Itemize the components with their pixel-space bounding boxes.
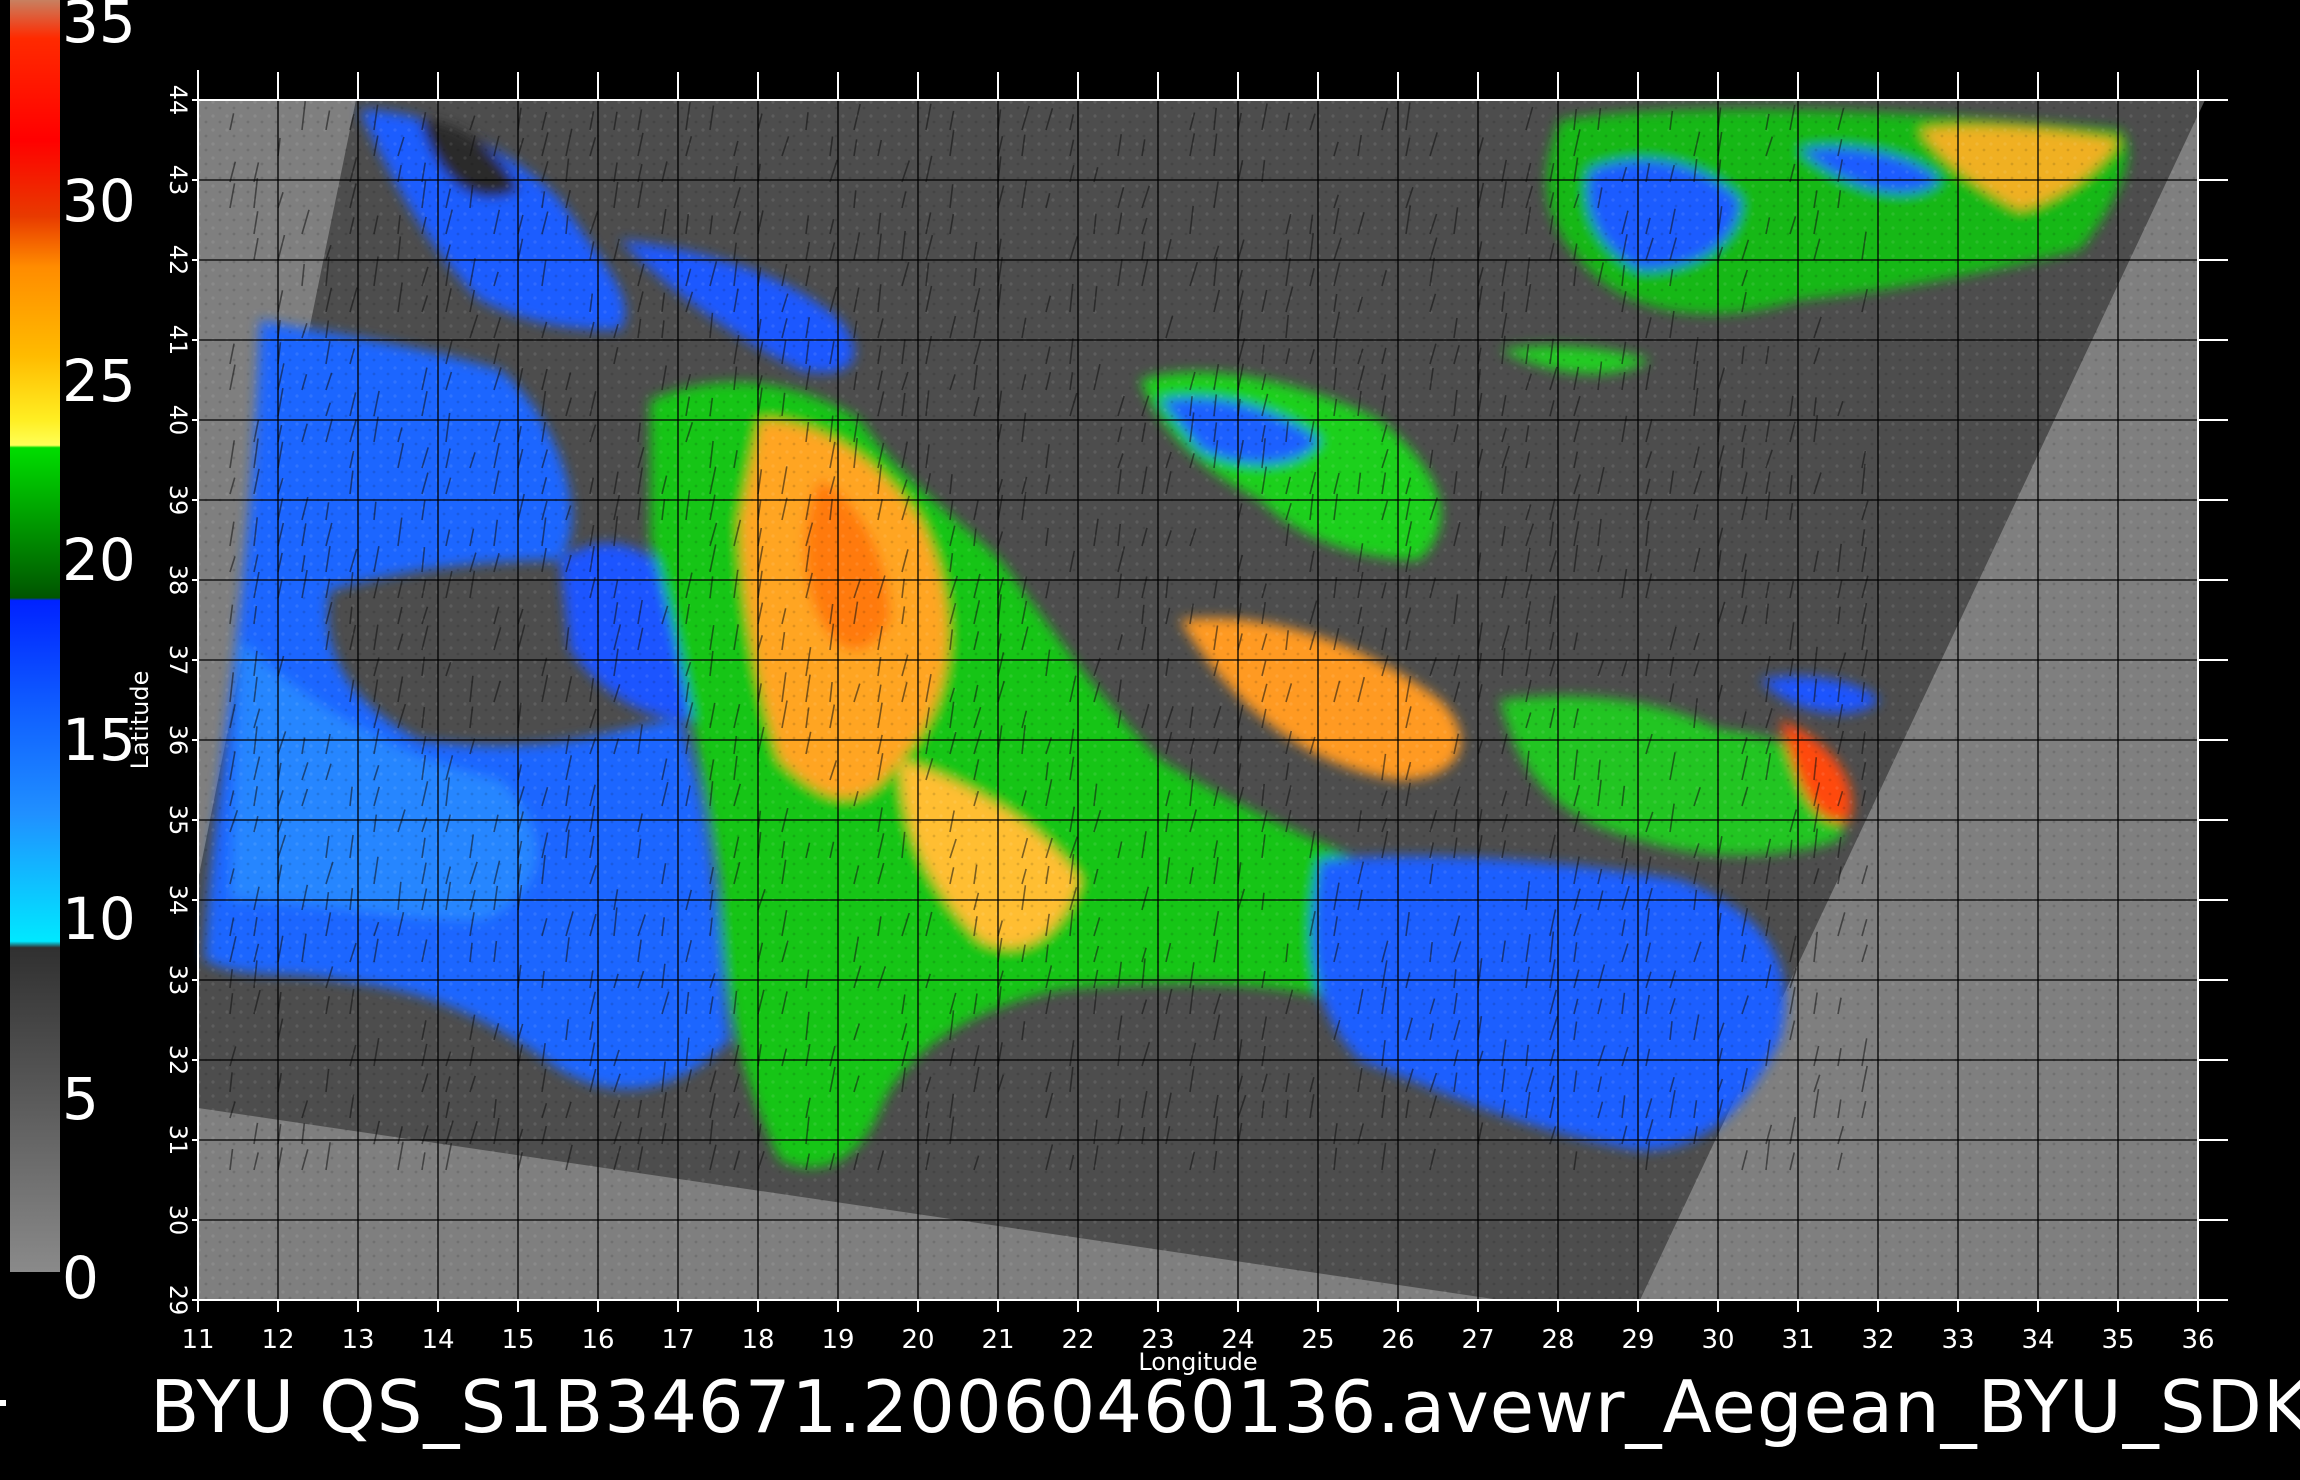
lon-tick-label: 13 (341, 1325, 374, 1355)
lat-tick-label: 31 (164, 1125, 192, 1156)
lat-tick-label: 33 (164, 965, 192, 996)
lat-tick-label: 32 (164, 1045, 192, 1076)
lat-tick-label: 30 (164, 1205, 192, 1236)
lon-tick-label: 15 (501, 1325, 534, 1355)
lon-tick-label: 25 (1301, 1325, 1334, 1355)
lon-tick-label: 27 (1461, 1325, 1494, 1355)
lat-tick-label: 42 (164, 245, 192, 276)
lat-tick-label: 41 (164, 325, 192, 356)
lon-tick-label: 19 (821, 1325, 854, 1355)
lat-tick-label: 39 (164, 485, 192, 516)
lon-tick-label: 20 (901, 1325, 934, 1355)
lon-tick-label: 35 (2101, 1325, 2134, 1355)
lat-tick-label: 36 (164, 725, 192, 756)
lon-tick-label: 36 (2181, 1325, 2214, 1355)
lon-tick-label: 31 (1781, 1325, 1814, 1355)
lat-tick-label: 40 (164, 405, 192, 436)
lat-tick-label: 37 (164, 645, 192, 676)
edge-marker (0, 1400, 6, 1406)
lon-tick-label: 33 (1941, 1325, 1974, 1355)
lon-tick-label: 12 (261, 1325, 294, 1355)
lon-tick-label: 14 (421, 1325, 454, 1355)
lat-tick-label: 29 (164, 1285, 192, 1316)
lat-tick-label: 44 (164, 85, 192, 116)
lat-tick-label: 35 (164, 805, 192, 836)
lat-tick-label: 34 (164, 885, 192, 916)
lon-tick-label: 29 (1621, 1325, 1654, 1355)
lat-tick-label: 43 (164, 165, 192, 196)
y-axis-label: Latitude (126, 671, 154, 770)
lon-tick-label: 28 (1541, 1325, 1574, 1355)
image-caption: BYU QS_S1B34671.20060460136.avewr_Aegean… (150, 1365, 2300, 1449)
lon-tick-label: 17 (661, 1325, 694, 1355)
wind-map: 11 12 13 14 15 16 17 18 19 20 21 22 23 24 25 26 27 28 29 30… (126, 70, 2228, 1376)
lon-tick-label: 16 (581, 1325, 614, 1355)
lon-tick-label: 18 (741, 1325, 774, 1355)
lat-tick-label: 38 (164, 565, 192, 596)
lon-tick-label: 22 (1061, 1325, 1094, 1355)
lon-tick-label: 21 (981, 1325, 1014, 1355)
latitude-tick-labels: 29 30 31 32 33 34 35 36 37 38 39 40 41 42 43 44 (164, 85, 192, 1316)
lon-tick-label: 32 (1861, 1325, 1894, 1355)
lon-tick-label: 30 (1701, 1325, 1734, 1355)
lon-tick-label: 34 (2021, 1325, 2054, 1355)
lon-tick-label: 26 (1381, 1325, 1414, 1355)
lon-tick-label: 11 (181, 1325, 214, 1355)
